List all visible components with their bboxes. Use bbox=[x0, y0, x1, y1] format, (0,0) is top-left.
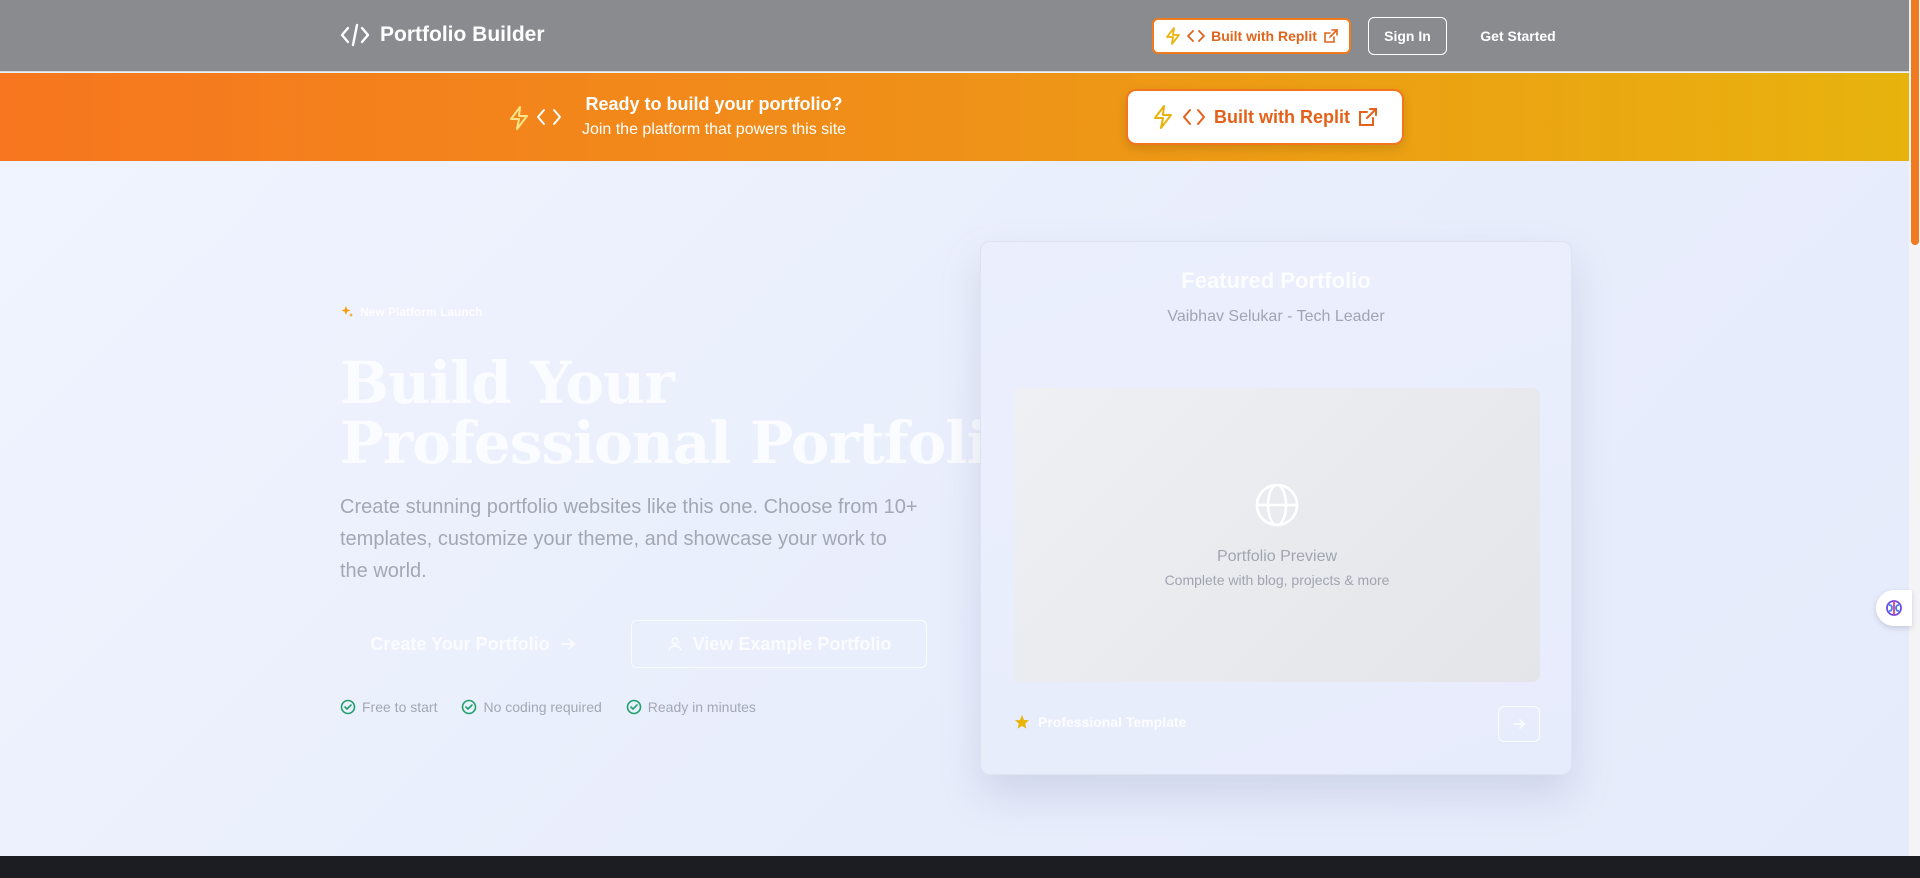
arrow-right-icon bbox=[1513, 719, 1526, 729]
feature-checks: Free to start No coding required Ready i… bbox=[340, 699, 756, 715]
top-navbar: Portfolio Builder Built with Replit Sign… bbox=[0, 0, 1909, 72]
banner-subtitle: Join the platform that powers this site bbox=[581, 121, 847, 138]
lightning-icon bbox=[1166, 27, 1181, 45]
create-portfolio-label: Create Your Portfolio bbox=[370, 633, 550, 654]
launch-badge: New Platform Launch bbox=[340, 305, 483, 319]
user-icon bbox=[667, 637, 682, 652]
assistant-widget-button[interactable] bbox=[1876, 590, 1912, 626]
check-circle-icon bbox=[462, 699, 477, 715]
lightning-icon bbox=[510, 106, 528, 130]
card-title: Featured Portfolio bbox=[1181, 268, 1371, 293]
check-item: Free to start bbox=[340, 699, 437, 715]
view-example-button[interactable]: View Example Portfolio bbox=[631, 620, 927, 668]
code-icon bbox=[1187, 30, 1206, 42]
template-tag: Professional Template bbox=[1014, 714, 1186, 730]
check-label: No coding required bbox=[483, 699, 602, 715]
template-tag-label: Professional Template bbox=[1038, 714, 1187, 730]
hero-title: Build Your Professional Portfolio bbox=[340, 349, 1026, 477]
view-example-label: View Example Portfolio bbox=[692, 633, 892, 654]
lightning-icon bbox=[1154, 105, 1172, 129]
built-with-replit-button[interactable]: Built with Replit bbox=[1152, 18, 1351, 54]
banner-title: Ready to build your portfolio? bbox=[585, 94, 843, 114]
code-icon bbox=[537, 109, 561, 125]
scrollbar-thumb[interactable] bbox=[1911, 0, 1919, 245]
banner-built-with-replit-button[interactable]: Built with Replit bbox=[1126, 89, 1404, 145]
arrow-right-icon bbox=[560, 638, 575, 650]
star-icon bbox=[1015, 715, 1029, 729]
code-icon bbox=[340, 23, 370, 47]
sparkles-icon bbox=[341, 306, 353, 317]
check-item: No coding required bbox=[461, 699, 602, 715]
create-portfolio-button[interactable]: Create Your Portfolio bbox=[340, 620, 606, 668]
featured-portfolio-card[interactable]: Featured Portfolio Vaibhav Selukar - Tec… bbox=[980, 241, 1572, 775]
banner-icons bbox=[508, 106, 562, 130]
get-started-button[interactable]: Get Started bbox=[1468, 17, 1568, 55]
badge-label: New Platform Launch bbox=[360, 305, 483, 319]
check-label: Ready in minutes bbox=[647, 699, 756, 715]
hero-description: Create stunning portfolio websites like … bbox=[340, 496, 918, 582]
footer-band bbox=[0, 856, 1920, 878]
preview-subtitle: Complete with blog, projects & more bbox=[1164, 572, 1390, 588]
card-arrow-button[interactable] bbox=[1498, 706, 1540, 742]
hero-title-line2: Professional Portfolio bbox=[340, 409, 1026, 477]
brand-logo[interactable]: Portfolio Builder bbox=[340, 22, 545, 48]
sign-in-button[interactable]: Sign In bbox=[1368, 17, 1447, 55]
external-link-icon bbox=[1358, 108, 1377, 126]
check-circle-icon bbox=[340, 699, 356, 715]
banner-button-label: Built with Replit bbox=[1214, 106, 1350, 127]
portfolio-preview: Portfolio Preview Complete with blog, pr… bbox=[1014, 388, 1540, 682]
check-circle-icon bbox=[626, 699, 642, 715]
replit-button-label: Built with Replit bbox=[1211, 28, 1317, 44]
globe-icon bbox=[1255, 483, 1299, 527]
promo-banner: Ready to build your portfolio? Join the … bbox=[0, 73, 1909, 161]
card-subtitle: Vaibhav Selukar - Tech Leader bbox=[1167, 308, 1385, 325]
preview-title: Portfolio Preview bbox=[1216, 548, 1338, 565]
external-link-icon bbox=[1324, 28, 1338, 43]
hero-title-line1: Build Your bbox=[340, 349, 675, 417]
check-label: Free to start bbox=[362, 699, 438, 715]
check-item: Ready in minutes bbox=[626, 699, 756, 715]
hero-section: New Platform Launch Build Your Professio… bbox=[0, 161, 1909, 856]
brain-icon bbox=[1886, 600, 1902, 616]
brand-name: Portfolio Builder bbox=[380, 23, 545, 46]
code-icon bbox=[1183, 109, 1205, 125]
